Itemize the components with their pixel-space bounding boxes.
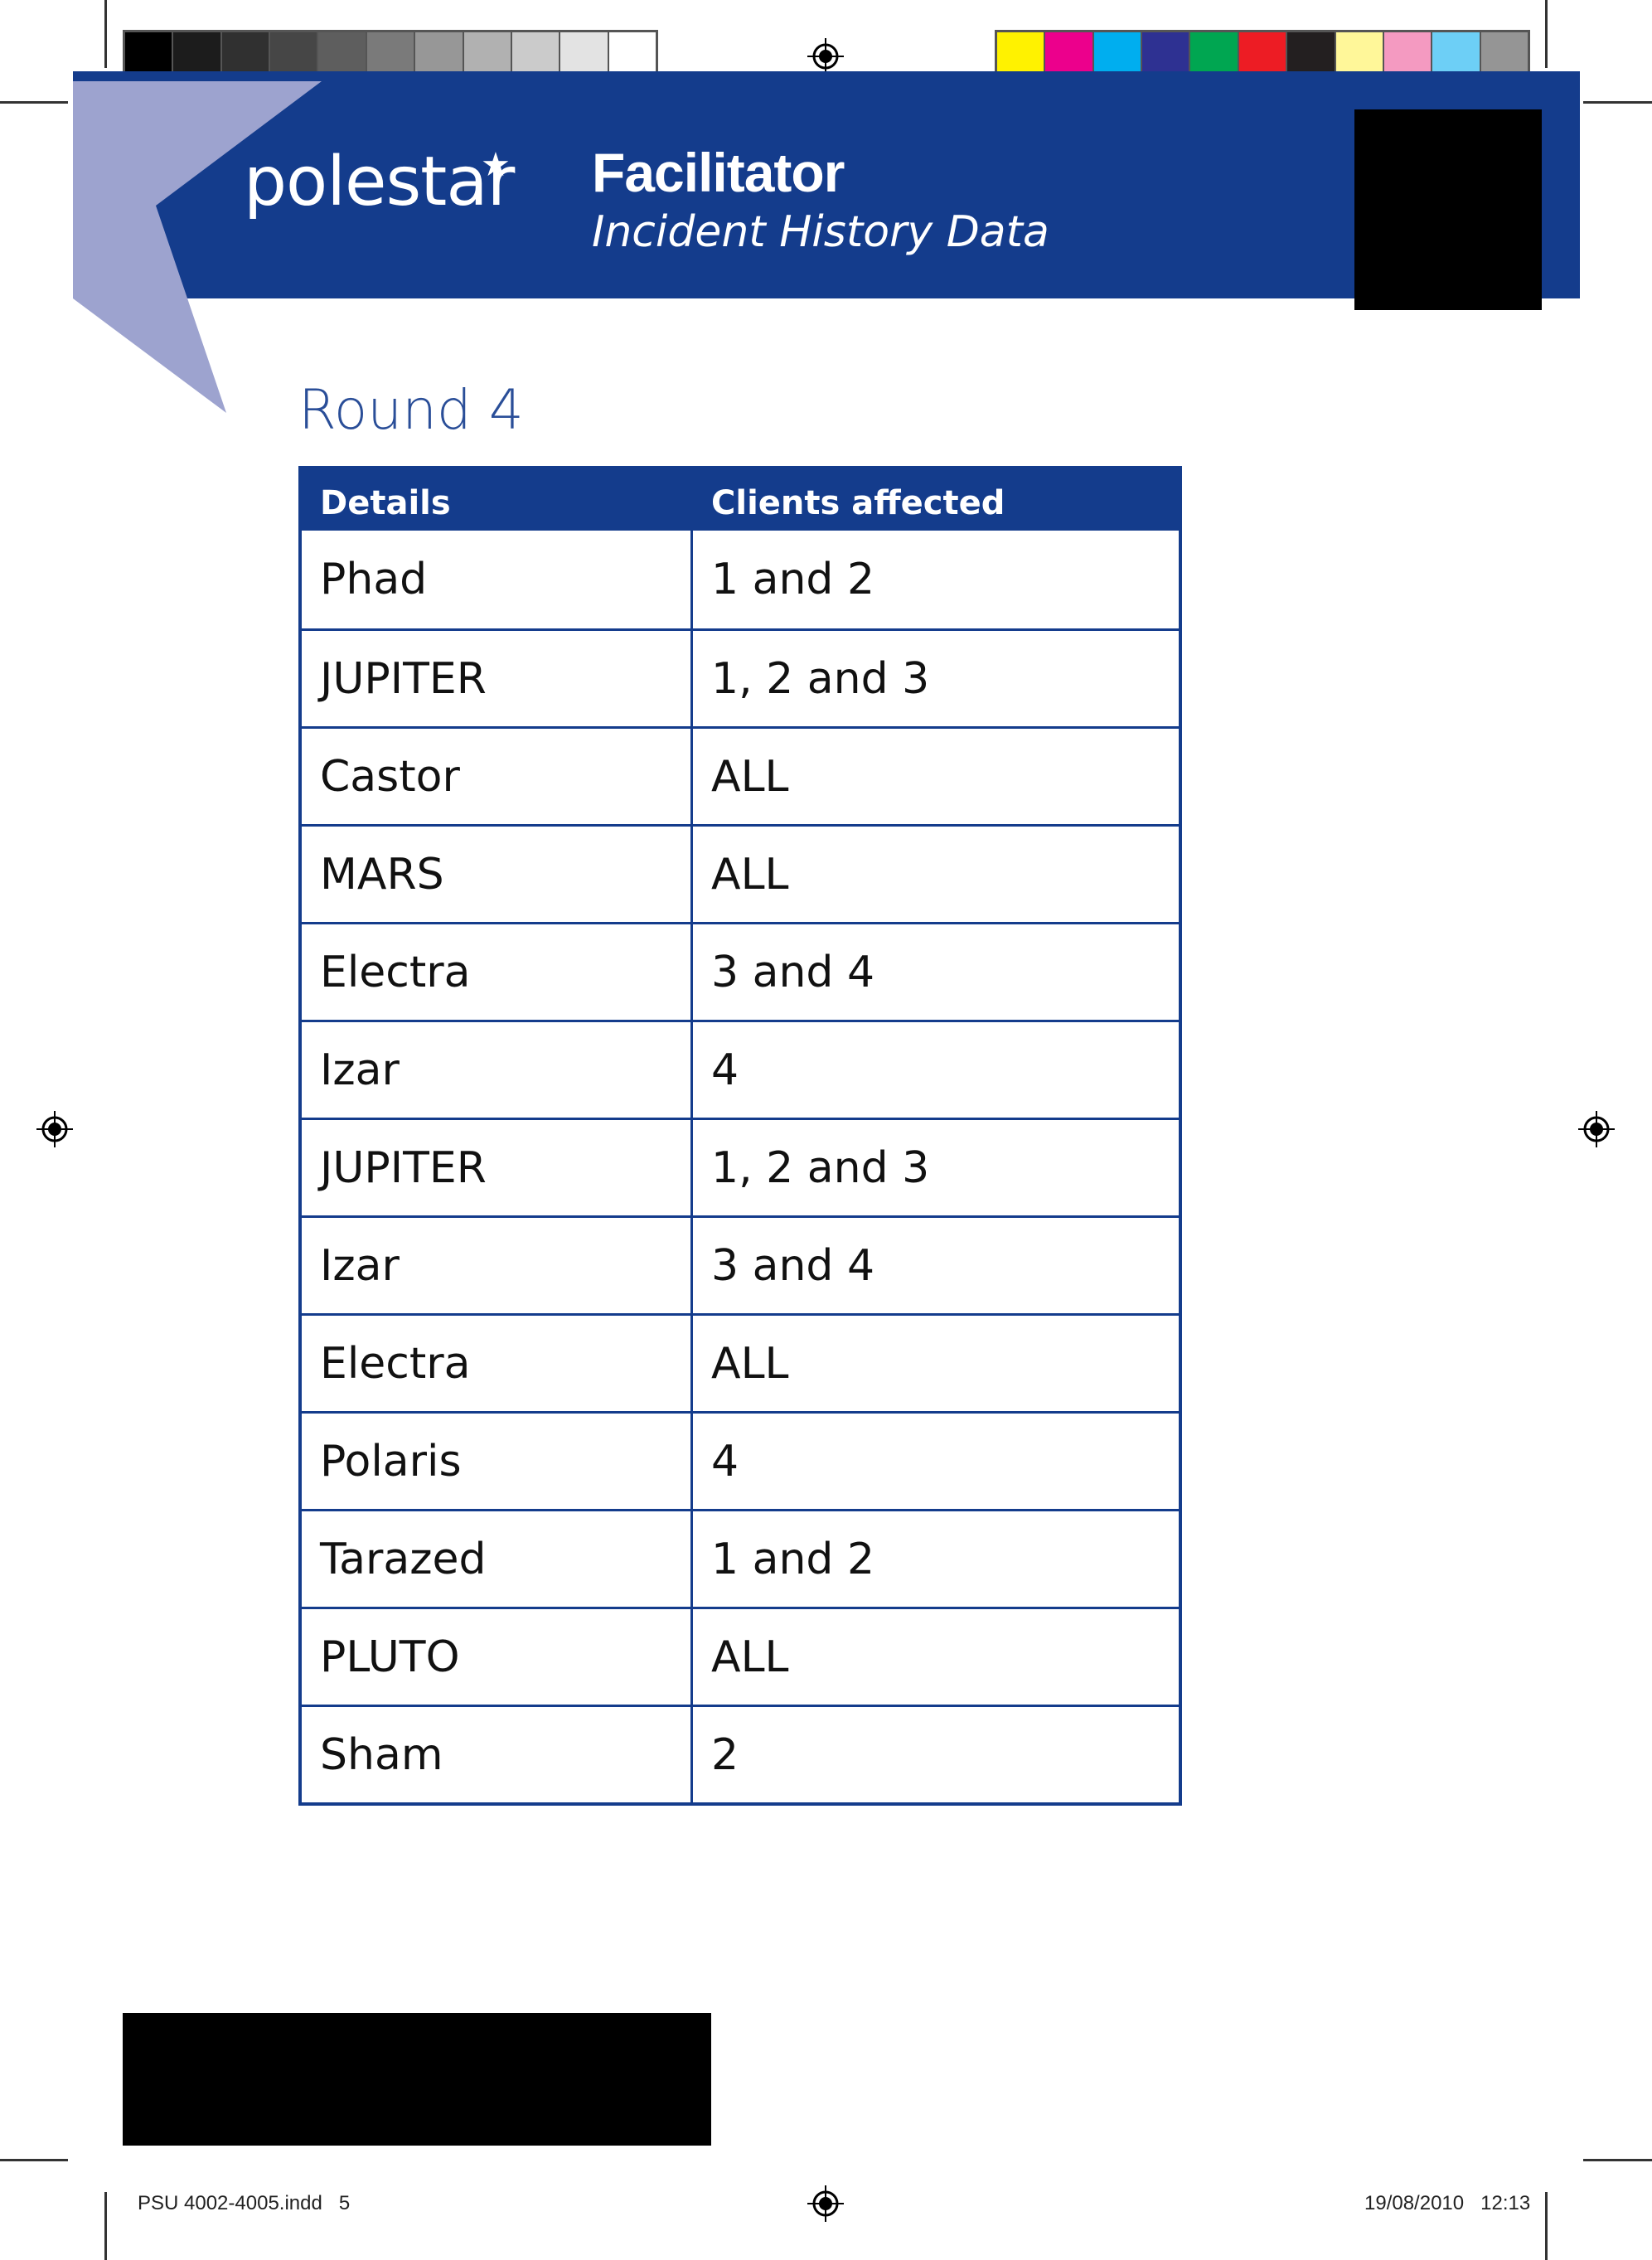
crop-mark [0, 101, 68, 104]
cell-details: Sham [302, 1707, 693, 1802]
redaction-block [123, 2013, 711, 2146]
incident-table: Details Clients affected Phad 1 and 2 JUPI… [298, 466, 1182, 1806]
registration-mark-icon [36, 1111, 73, 1147]
table-row: PLUTO ALL [302, 1607, 1179, 1705]
registration-mark-icon [807, 2185, 844, 2222]
table-row: Izar 3 and 4 [302, 1215, 1179, 1313]
cell-clients-affected: 1 and 2 [711, 1534, 875, 1584]
cell-clients-affected: ALL [711, 849, 789, 900]
round-title: Round 4 [298, 378, 524, 442]
redaction-block [1354, 109, 1542, 310]
slug-date-time: 19/08/2010 12:13 [1364, 2192, 1531, 2214]
header-subtitle: Incident History Data [592, 207, 1049, 257]
crop-mark [1583, 2159, 1652, 2161]
table-row: Tarazed 1 and 2 [302, 1509, 1179, 1607]
header-triangle [73, 81, 322, 413]
cell-details: PLUTO [302, 1609, 693, 1705]
table-row: JUPITER 1, 2 and 3 [302, 1118, 1179, 1215]
cell-clients-affected: ALL [711, 751, 789, 802]
crop-mark [0, 2159, 68, 2161]
cell-clients-affected: 1, 2 and 3 [711, 653, 930, 704]
cell-clients-affected: ALL [711, 1632, 789, 1682]
slug-file-name: PSU 4002-4005.indd 5 [138, 2192, 351, 2214]
cell-clients-affected: 1 and 2 [711, 555, 875, 604]
table-row: Castor ALL [302, 726, 1179, 824]
cell-clients-affected: 2 [711, 1729, 739, 1780]
crop-mark [104, 0, 107, 68]
cell-clients-affected: 1, 2 and 3 [711, 1142, 930, 1193]
cell-details: Polaris [302, 1414, 693, 1509]
crop-mark [104, 2192, 107, 2260]
crop-mark [1545, 2192, 1548, 2260]
cell-clients-affected: 4 [711, 1045, 739, 1095]
star-icon: ★ [481, 146, 511, 184]
table-row: JUPITER 1, 2 and 3 [302, 628, 1179, 726]
cell-details: JUPITER [302, 631, 693, 726]
cell-details: Tarazed [302, 1511, 693, 1607]
table-header: Details Clients affected [302, 469, 1179, 531]
column-header-clients-affected: Clients affected [711, 484, 1005, 522]
registration-mark-icon [807, 38, 844, 75]
table-row: MARS ALL [302, 824, 1179, 922]
table-row: Electra ALL [302, 1313, 1179, 1411]
cell-details: Castor [302, 729, 693, 824]
cell-details: Izar [302, 1218, 693, 1313]
table-row: Izar 4 [302, 1020, 1179, 1118]
polestar-logo: polestar [244, 143, 515, 221]
cell-clients-affected: 4 [711, 1436, 739, 1486]
header-title: Facilitator [592, 142, 845, 203]
registration-mark-icon [1578, 1111, 1615, 1147]
table-row: Polaris 4 [302, 1411, 1179, 1509]
cell-clients-affected: ALL [711, 1338, 789, 1389]
table-row: Phad 1 and 2 [302, 531, 1179, 628]
cell-details: MARS [302, 827, 693, 922]
table-body: Phad 1 and 2 JUPITER 1, 2 and 3 Castor ALL MAR… [302, 531, 1179, 1802]
crop-mark [1583, 101, 1652, 104]
table-row: Electra 3 and 4 [302, 922, 1179, 1020]
cell-details: Electra [302, 924, 693, 1020]
crop-mark [1545, 0, 1548, 68]
column-header-details: Details [320, 484, 451, 522]
cell-clients-affected: 3 and 4 [711, 947, 875, 997]
cell-details: Phad [302, 531, 693, 628]
cell-details: JUPITER [302, 1120, 693, 1215]
cell-details: Electra [302, 1316, 693, 1411]
cell-details: Izar [302, 1022, 693, 1118]
cell-clients-affected: 3 and 4 [711, 1240, 875, 1291]
table-row: Sham 2 [302, 1705, 1179, 1802]
